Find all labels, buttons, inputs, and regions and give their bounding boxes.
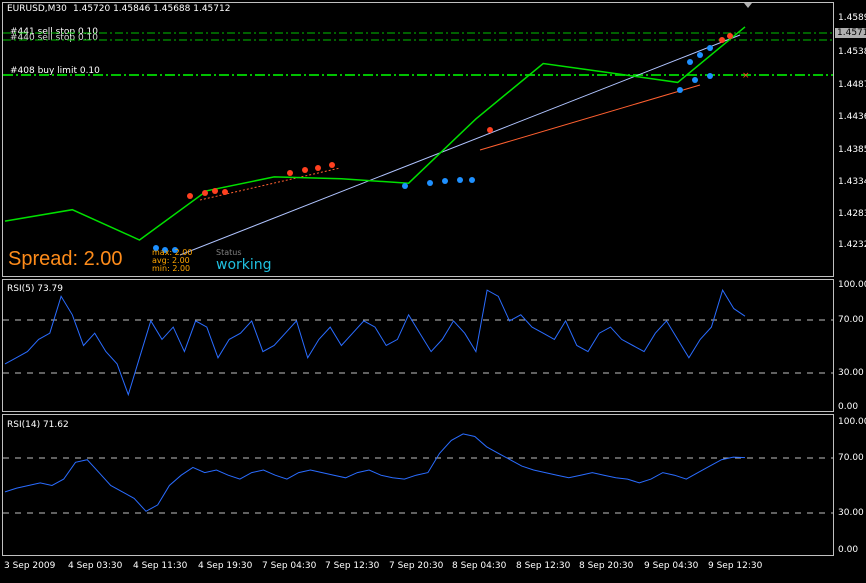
time-tick: 4 Sep 19:30 xyxy=(198,561,253,571)
time-tick: 8 Sep 04:30 xyxy=(452,561,507,571)
rsi14-tick: 30.00 xyxy=(838,508,864,518)
rsi14-tick: 70.00 xyxy=(838,453,864,463)
time-tick: 9 Sep 04:30 xyxy=(644,561,699,571)
rsi14-tick: 0.00 xyxy=(838,545,859,555)
time-tick: 7 Sep 20:30 xyxy=(389,561,444,571)
rsi14-series xyxy=(4,433,746,512)
time-tick: 8 Sep 12:30 xyxy=(516,561,571,571)
time-tick: 4 Sep 03:30 xyxy=(68,561,123,571)
time-tick: 7 Sep 04:30 xyxy=(262,561,317,571)
time-tick: 3 Sep 2009 xyxy=(4,561,56,571)
rsi14-tick: 100.00 xyxy=(838,417,866,427)
time-tick: 7 Sep 12:30 xyxy=(325,561,380,571)
time-tick: 8 Sep 20:30 xyxy=(579,561,634,571)
time-tick: 4 Sep 11:30 xyxy=(133,561,188,571)
time-tick: 9 Sep 12:30 xyxy=(708,561,763,571)
rsi14-svg xyxy=(3,433,833,514)
